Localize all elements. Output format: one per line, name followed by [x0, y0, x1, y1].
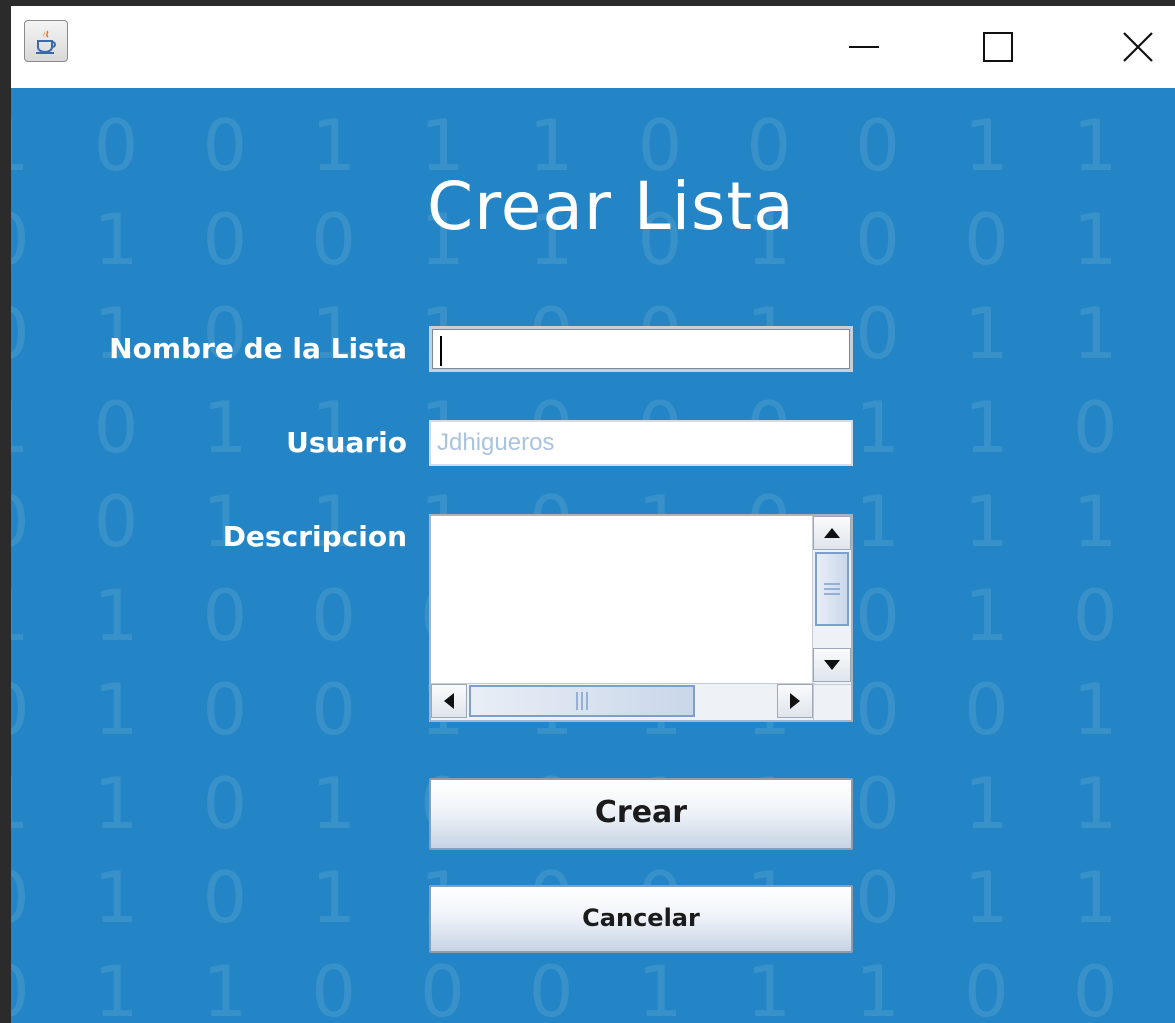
nombre-label: Nombre de la Lista	[109, 332, 407, 365]
arrow-up-icon	[824, 528, 840, 538]
maximize-icon	[983, 32, 1013, 62]
vertical-scrollbar[interactable]	[812, 516, 851, 684]
horizontal-scrollbar[interactable]	[431, 683, 815, 720]
descripcion-textarea[interactable]	[429, 514, 853, 722]
cancelar-button[interactable]: Cancelar	[429, 885, 853, 953]
nombre-input[interactable]	[429, 326, 853, 372]
arrow-down-icon	[824, 660, 840, 670]
java-coffee-icon[interactable]	[24, 20, 68, 62]
page-title: Crear Lista	[427, 168, 795, 245]
usuario-label: Usuario	[286, 426, 407, 459]
scroll-left-button[interactable]	[431, 684, 467, 718]
crear-button[interactable]: Crear	[429, 778, 853, 850]
title-bar[interactable]	[11, 6, 1175, 88]
close-button[interactable]	[1103, 6, 1173, 88]
descripcion-label: Descripcion	[222, 520, 407, 553]
grip-icon	[824, 583, 840, 595]
binary-row: 0 1 1 0 0 0 1 1 1 0 0 0 1 0 1 1 0 0	[11, 951, 1175, 1023]
crear-lista-window: 1 0 0 1 1 1 0 0 0 1 1 1 0 1 0 0 1 1 0 1 …	[11, 6, 1175, 1023]
scroll-down-button[interactable]	[813, 648, 851, 682]
arrow-right-icon	[790, 693, 800, 709]
minimize-icon	[849, 46, 879, 48]
grip-icon	[576, 692, 588, 710]
scroll-right-button[interactable]	[777, 684, 813, 718]
scrollbar-corner	[813, 684, 851, 720]
form-panel: 1 0 0 1 1 1 0 0 0 1 1 1 0 1 0 0 1 1 0 1 …	[11, 88, 1175, 1023]
scroll-up-button[interactable]	[813, 516, 851, 550]
arrow-left-icon	[444, 693, 454, 709]
text-caret	[440, 336, 442, 366]
vertical-scroll-thumb[interactable]	[815, 552, 849, 626]
maximize-button[interactable]	[963, 6, 1033, 88]
minimize-button[interactable]	[829, 6, 899, 88]
usuario-input	[429, 420, 853, 466]
horizontal-scroll-thumb[interactable]	[469, 685, 695, 717]
close-icon	[1123, 32, 1153, 62]
